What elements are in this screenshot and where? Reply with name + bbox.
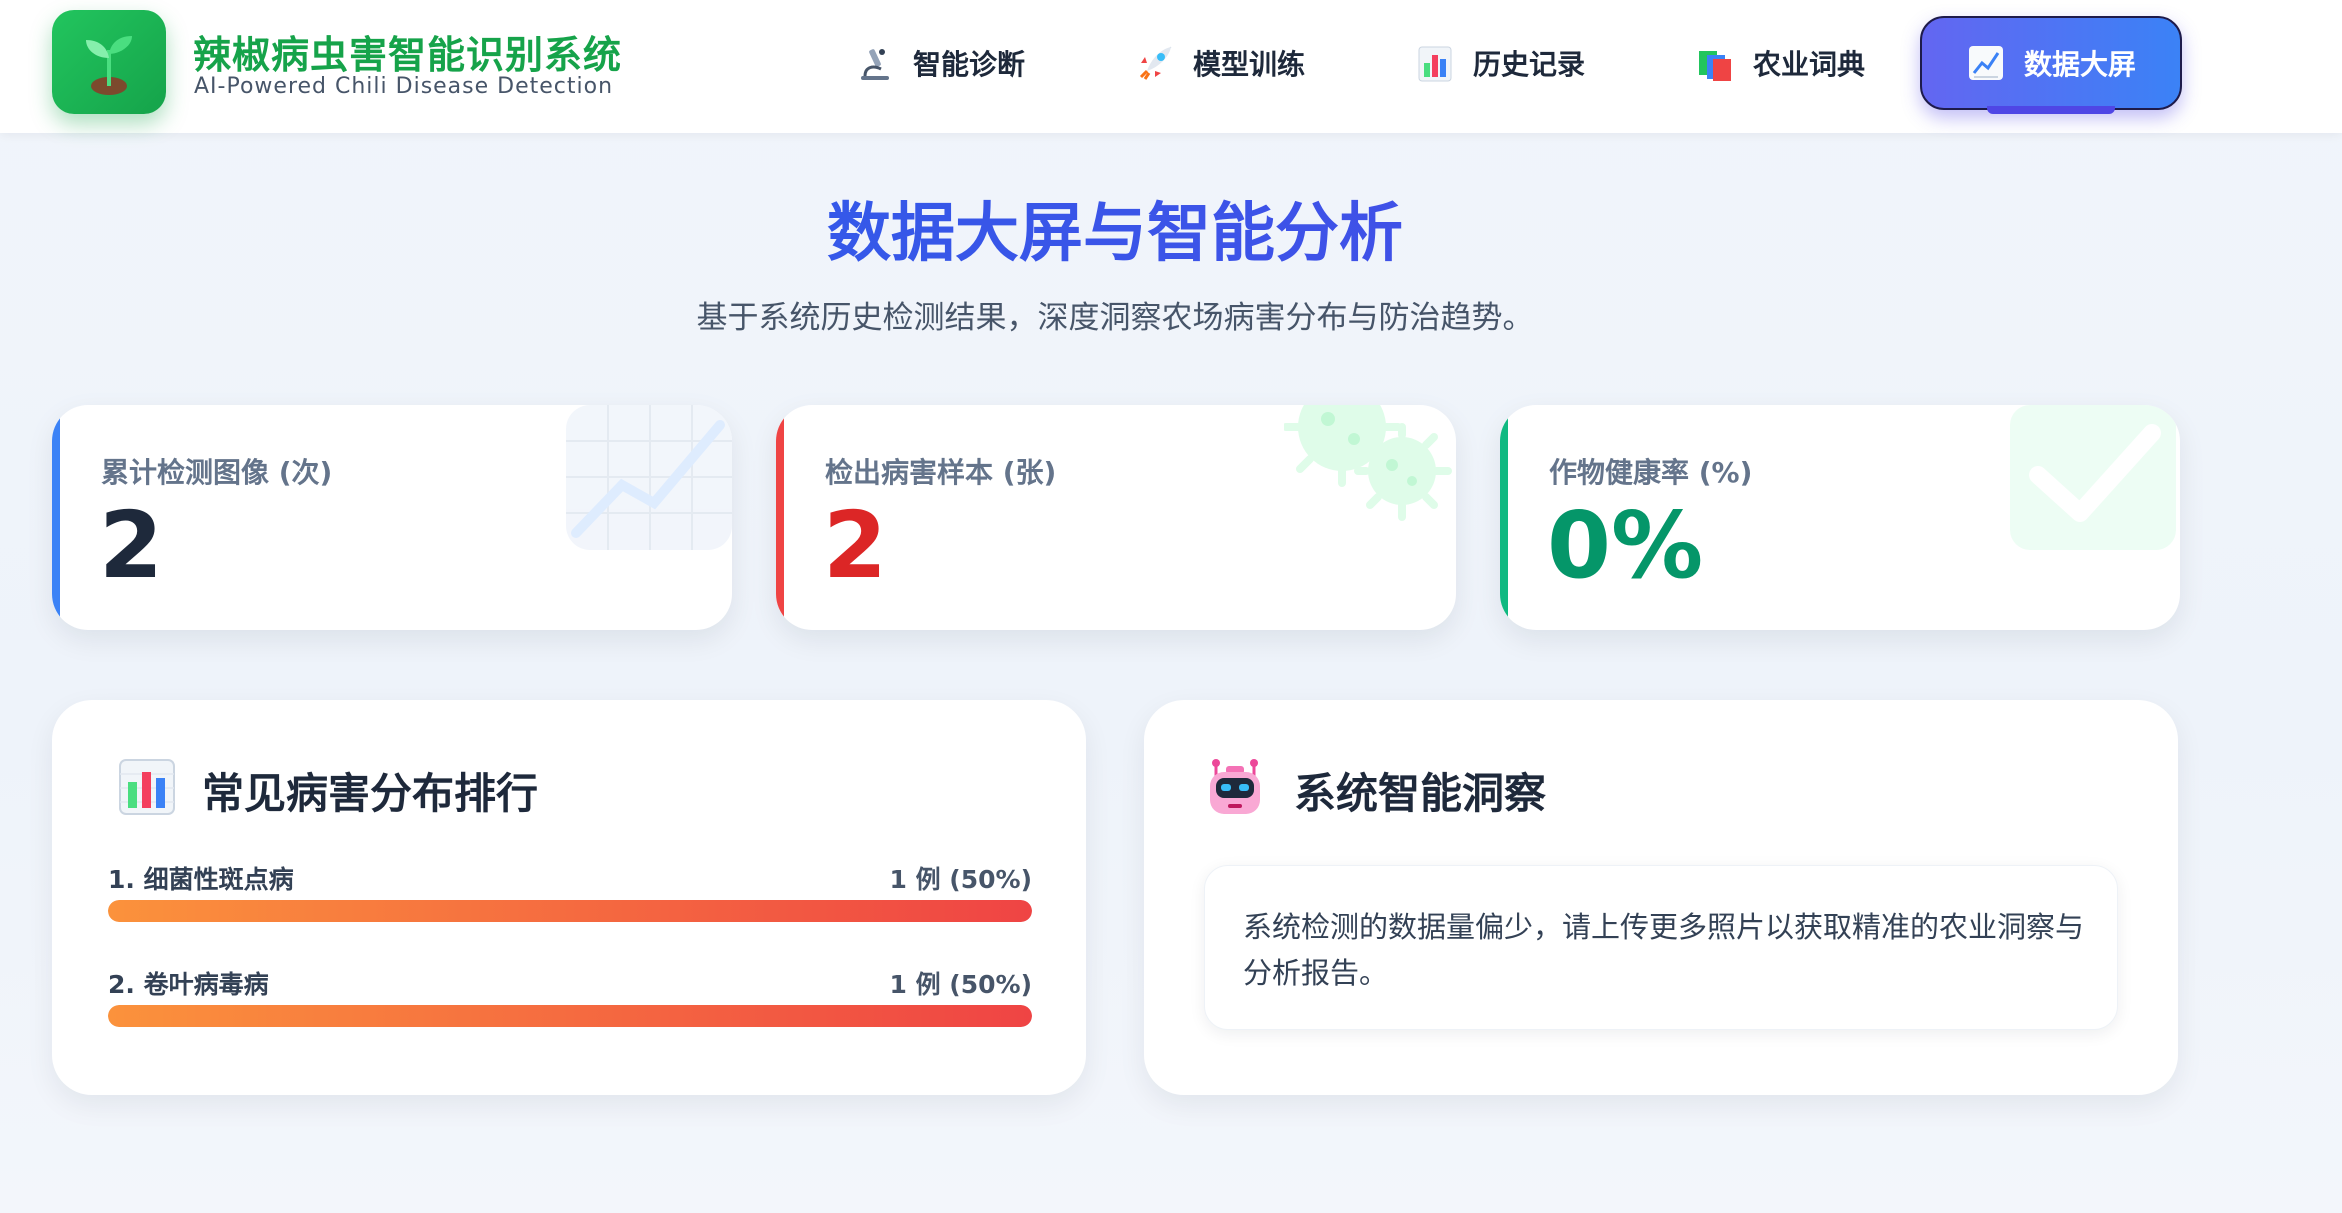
bar-chart-icon (1415, 43, 1455, 83)
progress-fill (108, 1005, 1032, 1027)
disease-ranking-panel: 常见病害分布排行 1. 细菌性斑点病 1 例 (50%) 2. 卷叶病毒病 1 … (52, 700, 1086, 1095)
progress-track (108, 900, 1032, 922)
disease-count: 1 例 (50%) (889, 970, 1033, 999)
stat-card-health-rate: 作物健康率 (%) 0% (1500, 405, 2180, 630)
insight-text: 系统检测的数据量偏少，请上传更多照片以获取精准的农业洞察与分析报告。 (1243, 910, 2085, 990)
nav-label: 智能诊断 (912, 48, 1025, 81)
stat-label: 作物健康率 (%) (1549, 456, 1753, 489)
robot-icon (1210, 759, 1260, 814)
disease-count: 1 例 (50%) (889, 865, 1033, 894)
page-subtitle: 基于系统历史检测结果，深度洞察农场病害分布与防治趋势。 (696, 300, 1534, 336)
app-logo[interactable] (52, 10, 166, 114)
disease-name: 1. 细菌性斑点病 (108, 865, 294, 894)
seedling-icon (86, 36, 132, 95)
page-title: 数据大屏与智能分析 (0, 182, 2230, 274)
nav-label: 模型训练 (1192, 48, 1305, 81)
disease-name: 2. 卷叶病毒病 (108, 970, 269, 999)
app-subtitle: AI-Powered Chili Disease Detection (194, 74, 614, 99)
stat-card-disease-samples: 检出病害样本 (张) 2 (776, 405, 1456, 630)
nav-item-diagnosis[interactable]: 智能诊断 (840, 16, 1040, 110)
panel-title: 系统智能洞察 (1294, 769, 1547, 818)
nav-active-indicator (1987, 106, 2115, 114)
checkmark-icon (2010, 405, 2176, 550)
insight-message-box: 系统检测的数据量偏少，请上传更多照片以获取精准的农业洞察与分析报告。 (1204, 865, 2118, 1030)
progress-track (108, 1005, 1032, 1027)
nav-item-training[interactable]: 模型训练 (1120, 16, 1320, 110)
card-accent-bar (1500, 405, 1508, 630)
stat-label: 累计检测图像 (次) (101, 456, 333, 489)
nav-label: 数据大屏 (2023, 48, 2136, 81)
top-header: 辣椒病虫害智能识别系统 AI-Powered Chili Disease Det… (0, 0, 2342, 133)
trend-line-icon (566, 405, 732, 550)
bar-chart-icon (119, 759, 175, 815)
stat-value: 0% (1547, 492, 1704, 599)
stat-value: 2 (823, 492, 888, 599)
stat-card-total-detections: 累计检测图像 (次) 2 (52, 405, 732, 630)
nav-label: 农业词典 (1752, 48, 1865, 81)
virus-icon (1284, 405, 1452, 521)
books-icon (1695, 43, 1735, 83)
trend-chart-icon (1966, 43, 2006, 83)
nav-item-dictionary[interactable]: 农业词典 (1680, 16, 1880, 110)
stat-label: 检出病害样本 (张) (825, 456, 1057, 489)
nav-label: 历史记录 (1472, 48, 1585, 81)
microscope-icon (855, 43, 895, 83)
progress-fill (108, 900, 1032, 922)
stat-value: 2 (99, 492, 164, 599)
rocket-icon (1135, 43, 1175, 83)
nav-item-history[interactable]: 历史记录 (1400, 16, 1600, 110)
nav-item-dashboard[interactable]: 数据大屏 (1920, 16, 2182, 110)
app-title: 辣椒病虫害智能识别系统 (193, 33, 623, 77)
insight-panel: 系统智能洞察 系统检测的数据量偏少，请上传更多照片以获取精准的农业洞察与分析报告… (1144, 700, 2178, 1095)
card-accent-bar (52, 405, 60, 630)
panel-title: 常见病害分布排行 (202, 769, 539, 818)
card-accent-bar (776, 405, 784, 630)
